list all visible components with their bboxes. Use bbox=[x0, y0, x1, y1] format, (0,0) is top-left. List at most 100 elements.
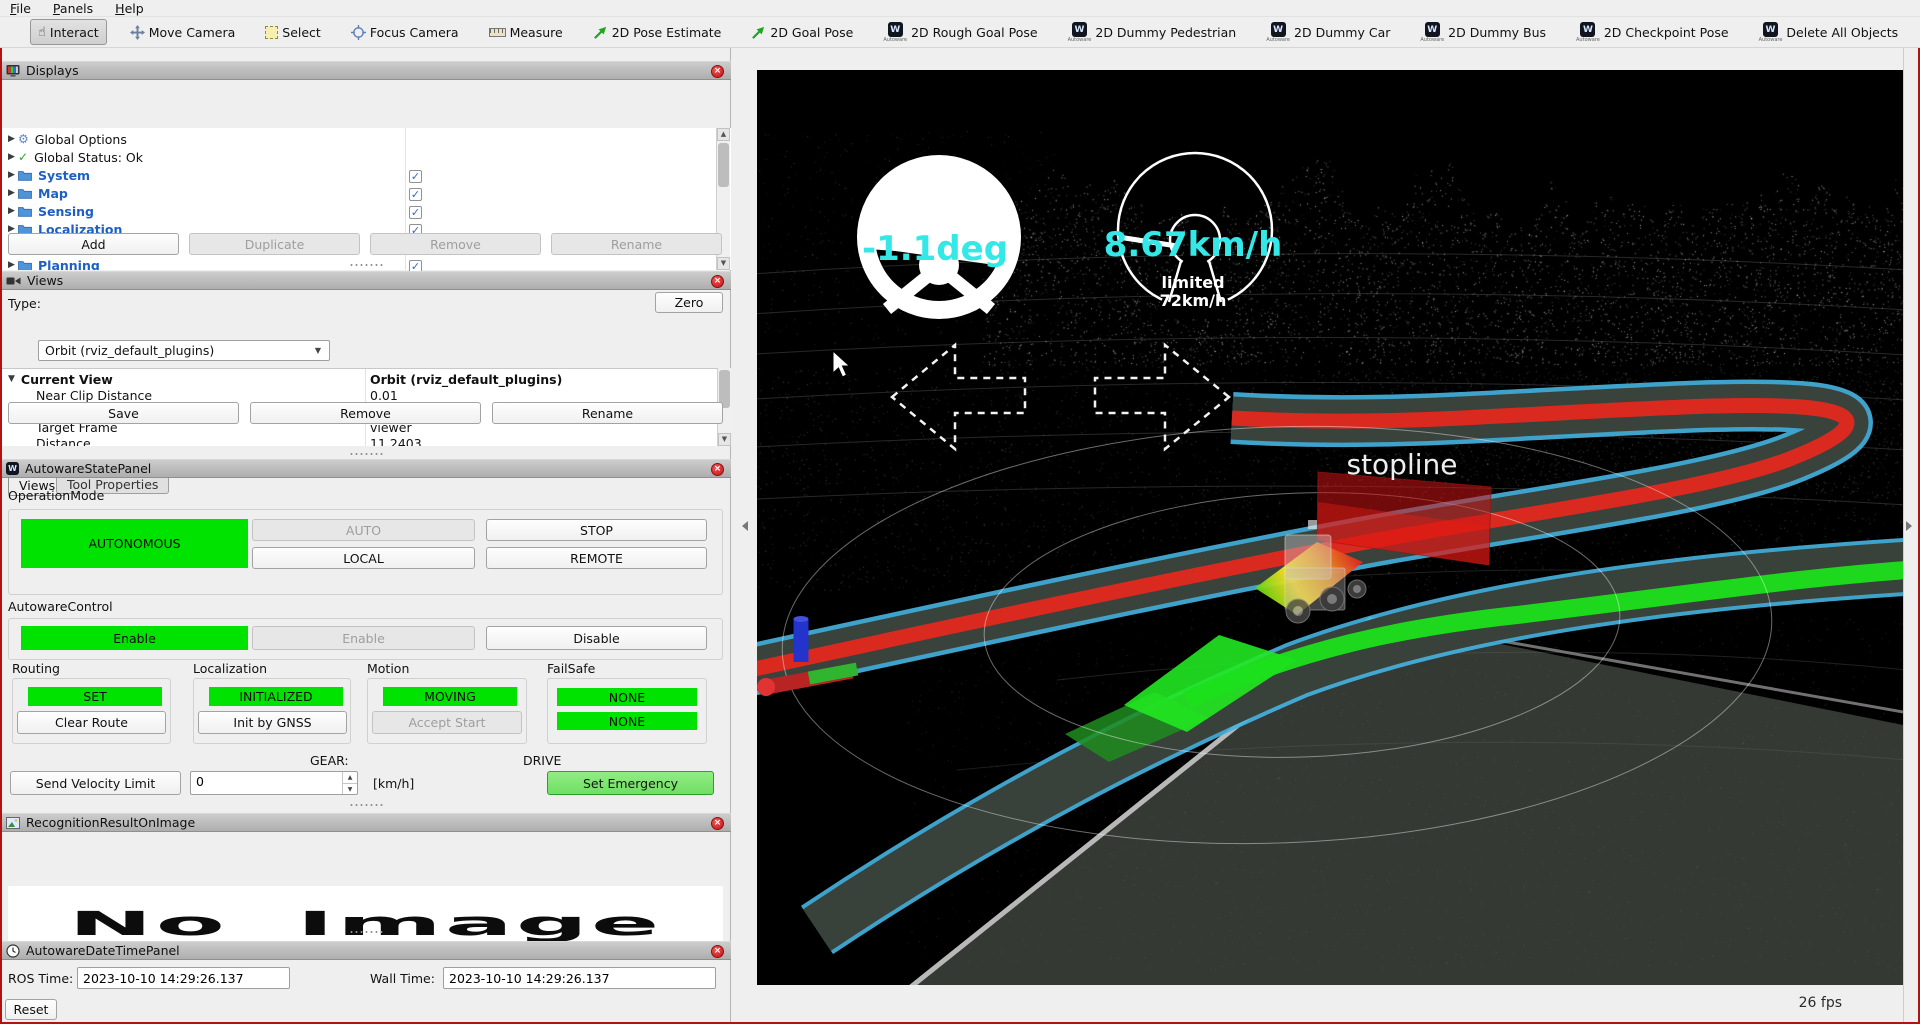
ros-time-field[interactable] bbox=[77, 967, 290, 989]
close-icon[interactable]: × bbox=[711, 275, 724, 288]
close-icon[interactable]: × bbox=[711, 817, 724, 830]
check-icon: ✓ bbox=[18, 150, 28, 164]
remove-view-button[interactable]: Remove bbox=[250, 402, 481, 424]
tree-row-global-options[interactable]: ▶ ⚙ Global Options bbox=[0, 130, 715, 148]
tool-2d-dummy-pedestrian[interactable]: WAutoware 2D Dummy Pedestrian bbox=[1061, 19, 1244, 45]
tool-delete-all-objects[interactable]: WAutoware Delete All Objects bbox=[1752, 19, 1906, 45]
fps-counter: 26 fps bbox=[1799, 995, 1842, 1011]
expand-arrow-icon[interactable]: ▶ bbox=[8, 188, 18, 198]
views-panel-title: Views × bbox=[0, 271, 731, 290]
velocity-limit-input[interactable] bbox=[196, 774, 326, 789]
spin-down-icon[interactable]: ▼ bbox=[343, 783, 357, 794]
motion-label: Motion bbox=[367, 661, 409, 676]
ros-time-label: ROS Time: bbox=[8, 971, 73, 986]
scroll-down-icon[interactable]: ▼ bbox=[718, 433, 731, 446]
operation-mode-label: OperationMode bbox=[8, 488, 104, 503]
prop-row-near-clip[interactable]: Near Clip Distance 0.01 bbox=[0, 387, 715, 403]
menu-help[interactable]: Help bbox=[115, 1, 144, 16]
collapse-right-icon[interactable] bbox=[1906, 521, 1912, 531]
menu-panels[interactable]: Panels bbox=[53, 1, 93, 16]
rviz-window: File Panels Help ☝ Interact Move Camera … bbox=[0, 0, 1920, 1024]
prop-row-distance[interactable]: Distance 11.2403 bbox=[0, 435, 715, 446]
tool-select[interactable]: Select bbox=[258, 19, 328, 45]
autoware-logo-icon: WAutoware bbox=[1759, 22, 1783, 42]
tool-interact[interactable]: ☝ Interact bbox=[30, 19, 107, 45]
spin-up-icon[interactable]: ▲ bbox=[343, 772, 357, 783]
checkbox-sensing[interactable]: ✓ bbox=[409, 206, 422, 219]
tree-row-map[interactable]: ▶ Map bbox=[0, 184, 715, 202]
set-emergency-button[interactable]: Set Emergency bbox=[547, 771, 714, 795]
velocity-limit-spinner[interactable]: ▲▼ bbox=[190, 771, 358, 795]
close-icon[interactable]: × bbox=[711, 945, 724, 958]
tool-move-camera[interactable]: Move Camera bbox=[123, 19, 243, 45]
autoware-control-label: AutowareControl bbox=[8, 599, 113, 614]
stop-button[interactable]: STOP bbox=[486, 519, 707, 541]
remote-button[interactable]: REMOTE bbox=[486, 547, 707, 569]
view-type-dropdown[interactable]: Orbit (rviz_default_plugins) ▼ bbox=[38, 340, 330, 361]
panel-splitter[interactable] bbox=[0, 929, 731, 935]
expand-arrow-icon[interactable]: ▶ bbox=[8, 134, 18, 144]
tool-2d-rough-goal-pose[interactable]: WAutoware 2D Rough Goal Pose bbox=[876, 19, 1044, 45]
close-icon[interactable]: × bbox=[711, 463, 724, 476]
focus-crosshair-icon bbox=[351, 25, 366, 40]
disable-button[interactable]: Disable bbox=[486, 626, 707, 650]
wall-time-field[interactable] bbox=[443, 967, 716, 989]
failsafe-label: FailSafe bbox=[547, 661, 595, 676]
expand-arrow-icon[interactable]: ▶ bbox=[8, 206, 18, 216]
auto-button[interactable]: AUTO bbox=[252, 519, 475, 541]
expand-arrow-icon[interactable]: ▶ bbox=[8, 152, 18, 162]
close-icon[interactable]: × bbox=[711, 65, 724, 78]
panel-splitter[interactable] bbox=[0, 262, 731, 268]
operation-mode-status: AUTONOMOUS bbox=[21, 519, 248, 568]
scroll-up-icon[interactable]: ▲ bbox=[717, 128, 730, 141]
menu-file[interactable]: File bbox=[10, 1, 31, 16]
checkbox-system[interactable]: ✓ bbox=[409, 170, 422, 183]
rename-view-button[interactable]: Rename bbox=[492, 402, 723, 424]
tool-2d-checkpoint-pose[interactable]: WAutoware 2D Checkpoint Pose bbox=[1569, 19, 1736, 45]
rename-display-button[interactable]: Rename bbox=[551, 233, 722, 255]
tool-2d-goal-pose[interactable]: 2D Goal Pose bbox=[744, 19, 860, 45]
duplicate-button[interactable]: Duplicate bbox=[189, 233, 360, 255]
green-arrow-icon bbox=[751, 25, 766, 40]
send-velocity-limit-button[interactable]: Send Velocity Limit bbox=[10, 771, 181, 795]
viewport-3d[interactable]: stopline bbox=[757, 70, 1903, 985]
panel-splitter[interactable] bbox=[0, 802, 731, 808]
collapse-left-icon[interactable] bbox=[742, 521, 748, 531]
expand-arrow-icon[interactable]: ▶ bbox=[8, 170, 18, 180]
recognition-panel-title: RecognitionResultOnImage × bbox=[0, 813, 731, 832]
spinner-arrows[interactable]: ▲▼ bbox=[342, 772, 357, 794]
speed-limit-label: limited bbox=[1161, 273, 1224, 292]
camera-icon bbox=[6, 275, 21, 287]
steering-angle-value: -1.1deg bbox=[862, 229, 1008, 269]
tree-row-system[interactable]: ▶ System bbox=[0, 166, 715, 184]
accept-start-button[interactable]: Accept Start bbox=[372, 711, 522, 734]
clock-icon bbox=[6, 944, 20, 958]
speed-limit-value: 72km/h bbox=[1160, 291, 1227, 310]
tree-row-global-status[interactable]: ▶ ✓ Global Status: Ok bbox=[0, 148, 715, 166]
zero-button[interactable]: Zero bbox=[655, 292, 723, 313]
move-arrows-icon bbox=[130, 25, 145, 40]
tool-2d-dummy-car[interactable]: WAutoware 2D Dummy Car bbox=[1259, 19, 1397, 45]
tree-row-sensing[interactable]: ▶ Sensing bbox=[0, 202, 715, 220]
reset-button[interactable]: Reset bbox=[5, 999, 57, 1020]
kmh-unit-label: [km/h] bbox=[373, 776, 414, 791]
save-view-button[interactable]: Save bbox=[8, 402, 239, 424]
clear-route-button[interactable]: Clear Route bbox=[17, 711, 166, 734]
tool-2d-dummy-bus[interactable]: WAutoware 2D Dummy Bus bbox=[1413, 19, 1553, 45]
tool-measure[interactable]: Measure bbox=[482, 19, 570, 45]
tool-bar: ☝ Interact Move Camera Select Focus Came… bbox=[0, 17, 1920, 48]
local-button[interactable]: LOCAL bbox=[252, 547, 475, 569]
init-by-gnss-button[interactable]: Init by GNSS bbox=[198, 711, 347, 734]
collapse-arrow-icon[interactable]: ▼ bbox=[8, 374, 15, 384]
prop-row-current-view[interactable]: ▼ Current View Orbit (rviz_default_plugi… bbox=[0, 371, 715, 387]
checkbox-map[interactable]: ✓ bbox=[409, 188, 422, 201]
folder-icon bbox=[18, 188, 32, 199]
enable-button[interactable]: Enable bbox=[252, 626, 475, 650]
panel-splitter[interactable] bbox=[0, 451, 731, 457]
add-button[interactable]: Add bbox=[8, 233, 179, 255]
tool-2d-pose-estimate[interactable]: 2D Pose Estimate bbox=[586, 19, 729, 45]
failsafe-status-1: NONE bbox=[557, 688, 697, 706]
tool-focus-camera[interactable]: Focus Camera bbox=[344, 19, 466, 45]
remove-display-button[interactable]: Remove bbox=[370, 233, 541, 255]
select-box-icon bbox=[265, 26, 278, 39]
